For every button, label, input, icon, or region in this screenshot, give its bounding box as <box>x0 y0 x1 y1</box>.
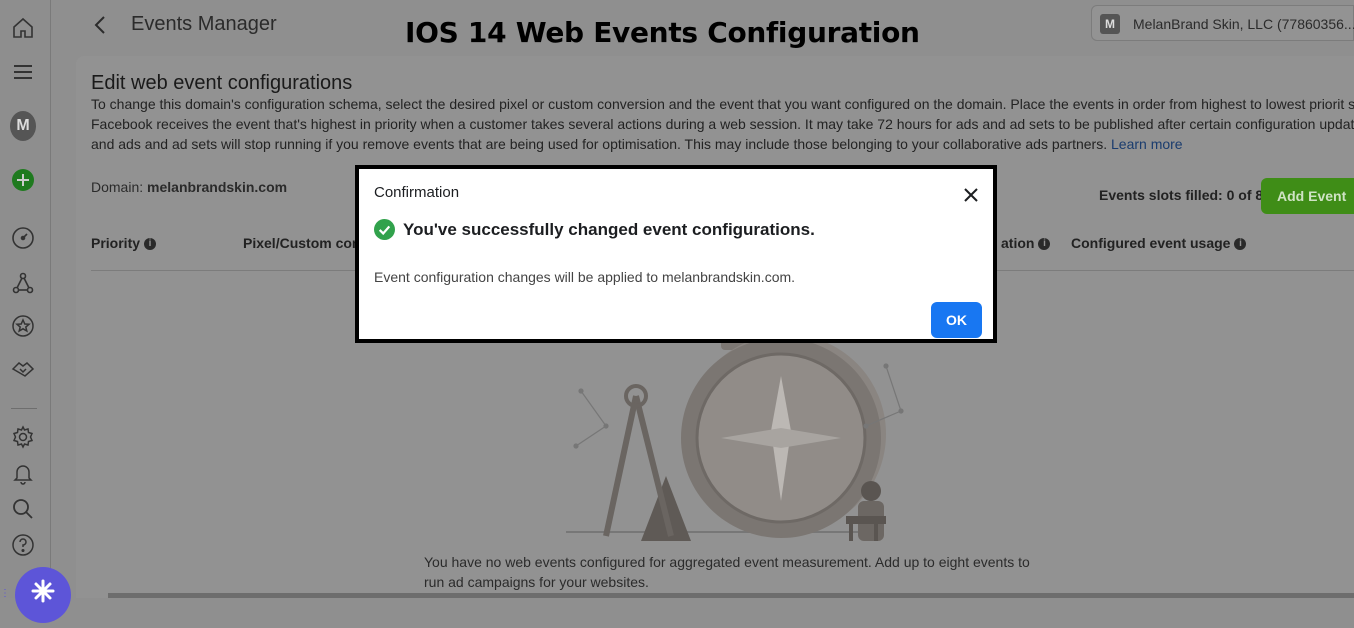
compass-illustration <box>566 336 904 541</box>
avatar[interactable]: M <box>10 111 36 141</box>
success-text: You've successfully changed event config… <box>403 219 815 239</box>
overlay-caption: IOS 14 Web Events Configuration <box>405 16 920 49</box>
column-label: Priority <box>91 235 141 251</box>
account-selector[interactable]: M MelanBrand Skin, LLC (77860356... <box>1091 5 1354 41</box>
close-icon[interactable] <box>959 183 983 207</box>
check-circle-icon <box>374 219 395 240</box>
ok-button[interactable]: OK <box>931 302 982 338</box>
empty-state-message: You have no web events configured for ag… <box>424 554 1030 590</box>
events-slots-status: Events slots filled: 0 of 8 <box>1099 187 1264 203</box>
learn-more-link[interactable]: Learn more <box>1111 136 1183 152</box>
add-event-button[interactable]: Add Event <box>1261 178 1354 214</box>
menu-icon[interactable] <box>10 59 36 85</box>
settings-icon[interactable] <box>10 424 36 450</box>
success-heading: You've successfully changed event config… <box>374 219 815 240</box>
left-sidebar: M <box>0 0 51 598</box>
column-header-optimisation[interactable]: ation i <box>1001 235 1051 251</box>
back-arrow-icon[interactable] <box>91 13 111 37</box>
dialog-title: Confirmation <box>374 184 460 201</box>
handshake-icon[interactable] <box>10 356 36 382</box>
star-icon[interactable] <box>10 313 36 339</box>
column-header-configured-event-usage[interactable]: Configured event usage i <box>1071 235 1247 251</box>
page-title: Edit web event configurations <box>91 72 353 94</box>
info-icon[interactable]: i <box>144 238 157 251</box>
dashboard-icon[interactable] <box>10 225 36 251</box>
page-description: To change this domain's configuration sc… <box>91 94 1354 154</box>
info-icon[interactable]: i <box>1234 238 1247 251</box>
help-widget-button[interactable] <box>15 567 71 623</box>
info-icon[interactable]: i <box>1038 238 1051 251</box>
network-icon[interactable] <box>10 270 36 296</box>
add-icon[interactable] <box>10 167 36 193</box>
dialog-message: Event configuration changes will be appl… <box>374 269 796 285</box>
account-name: MelanBrand Skin, LLC (77860356... <box>1133 16 1354 32</box>
home-icon[interactable] <box>10 15 36 41</box>
confirmation-dialog: Confirmation You've successfully changed… <box>355 165 997 343</box>
column-label: ation <box>1001 235 1035 251</box>
column-header-priority[interactable]: Priority i <box>91 235 157 251</box>
app-title: Events Manager <box>131 13 277 35</box>
domain-value: melanbrandskin.com <box>147 179 288 195</box>
column-label: Pixel/Custom con <box>243 235 361 251</box>
domain-line: Domain: melanbrandskin.com <box>91 179 287 195</box>
column-label: Configured event usage <box>1071 235 1231 251</box>
horizontal-scrollbar[interactable] <box>108 593 1354 598</box>
help-icon[interactable] <box>10 532 36 558</box>
column-header-pixel: Pixel/Custom con <box>243 235 360 251</box>
sidebar-divider <box>11 408 37 409</box>
bell-icon[interactable] <box>10 460 36 486</box>
domain-label: Domain: <box>91 179 144 195</box>
account-avatar: M <box>1100 14 1120 34</box>
search-icon[interactable] <box>10 496 36 522</box>
avatar-initial: M <box>10 111 36 141</box>
